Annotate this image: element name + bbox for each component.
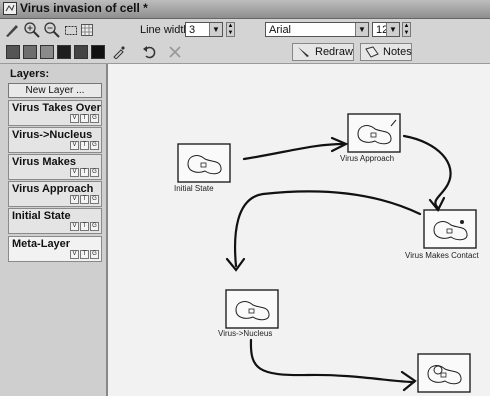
text-toggle[interactable]: T [80,114,89,123]
grid-icon[interactable] [80,22,94,38]
font-select[interactable]: Arial ▼ [265,22,369,37]
layer-item-initial-state[interactable]: Initial State VTG [8,208,102,234]
node-initial-state[interactable] [177,143,231,183]
text-toggle[interactable]: T [80,222,89,231]
text-toggle[interactable]: T [80,250,89,259]
visible-toggle[interactable]: V [70,114,79,123]
visible-toggle[interactable]: V [70,195,79,204]
delete-icon[interactable] [168,45,182,59]
layer-name: Virus Takes Over [12,102,101,114]
graphics-toggle[interactable]: G [90,114,99,123]
text-toggle[interactable]: T [80,141,89,150]
layer-name: Virus Makes [12,156,77,168]
toolbar-bottom: Redraw Notes [0,41,490,64]
select-rect-icon[interactable] [64,22,78,38]
layers-title: Layers: [10,68,50,80]
layer-flags: VTG [69,168,99,177]
graphics-toggle[interactable]: G [90,168,99,177]
arrow-initial-to-approach [242,142,346,161]
redraw-button[interactable]: Redraw [292,43,354,61]
visible-toggle[interactable]: V [70,141,79,150]
pen-icon[interactable] [4,22,20,38]
layers-panel: Layers: New Layer ... Virus Takes Over V… [0,64,108,396]
layer-name: Virus->Nucleus [12,129,93,141]
visible-toggle[interactable]: V [70,168,79,177]
toolbar-top: Line width: 3 ▼ ▲ ▼ Arial ▼ 12 ▼ ▲ ▼ [0,19,490,41]
app-icon [3,2,17,15]
text-toggle[interactable]: T [80,168,89,177]
node-label-virus-approach: Virus Approach [340,154,395,163]
color-swatch-5[interactable] [74,45,88,59]
layer-item-virus-makes[interactable]: Virus Makes VTG [8,154,102,180]
sketch-layer [177,113,477,393]
undo-icon[interactable] [142,45,156,59]
arrow-contact-to-nucleus [233,190,422,268]
notes-icon [365,46,379,58]
graphics-toggle[interactable]: G [90,250,99,259]
layer-item-virus-nucleus[interactable]: Virus->Nucleus VTG [8,127,102,153]
text-toggle[interactable]: T [80,195,89,204]
layer-name: Initial State [12,210,71,222]
layer-name: Virus Approach [12,183,94,195]
zoom-out-icon[interactable] [44,22,60,38]
color-swatch-6[interactable] [91,45,105,59]
new-layer-button[interactable]: New Layer ... [8,83,102,98]
node-virus-nucleus[interactable] [225,289,279,329]
layer-item-virus-takes-over[interactable]: Virus Takes Over VTG [8,100,102,126]
color-swatch-4[interactable] [57,45,71,59]
layer-flags: VTG [69,114,99,123]
layer-flags: VTG [69,222,99,231]
chevron-down-icon[interactable]: ▼ [355,23,368,36]
eyedropper-icon[interactable] [112,45,126,59]
layer-flags: VTG [69,141,99,150]
drawing-canvas[interactable]: Initial State Virus Approach Virus Makes… [108,64,490,396]
node-label-virus-makes-contact: Virus Makes Contact [405,251,479,260]
color-swatch-3[interactable] [40,45,54,59]
node-virus-makes-contact[interactable] [423,209,477,249]
zoom-in-icon[interactable] [24,22,40,38]
layer-item-virus-approach[interactable]: Virus Approach VTG [8,181,102,207]
layer-flags: VTG [69,250,99,259]
line-width-spinner[interactable]: ▲ ▼ [226,22,235,37]
redraw-label: Redraw [315,46,353,58]
visible-toggle[interactable]: V [70,222,79,231]
graphics-toggle[interactable]: G [90,141,99,150]
window-title: Virus invasion of cell * [20,1,148,15]
graphics-toggle[interactable]: G [90,222,99,231]
notes-button[interactable]: Notes [360,43,412,61]
node-label-virus-nucleus: Virus->Nucleus [218,329,273,338]
font-size-select[interactable]: 12 ▼ [372,22,400,37]
font-value: Arial [269,24,292,36]
node-label-initial-state: Initial State [174,184,214,193]
arrow-nucleus-to-takeover [249,338,416,384]
color-swatch-1[interactable] [6,45,20,59]
line-width-select[interactable]: 3 ▼ [185,22,223,37]
notes-label: Notes [383,46,412,58]
chevron-down-icon[interactable]: ▼ [209,23,222,36]
pen-icon [298,47,309,57]
layer-flags: VTG [69,195,99,204]
transition-arrows [225,134,452,392]
node-virus-approach[interactable] [347,113,401,153]
node-virus-takes-over[interactable] [417,353,471,393]
color-swatch-2[interactable] [23,45,37,59]
line-width-value: 3 [189,24,196,36]
visible-toggle[interactable]: V [70,250,79,259]
app-window: Virus invasion of cell * Line width: 3 ▼ [0,0,490,396]
font-size-spinner[interactable]: ▲ ▼ [402,22,411,37]
layer-item-meta-layer[interactable]: Meta-Layer VTG [8,236,102,262]
graphics-toggle[interactable]: G [90,195,99,204]
chevron-down-icon[interactable]: ▼ [386,23,399,36]
layer-name: Meta-Layer [12,238,71,250]
title-bar[interactable]: Virus invasion of cell * [0,0,490,19]
